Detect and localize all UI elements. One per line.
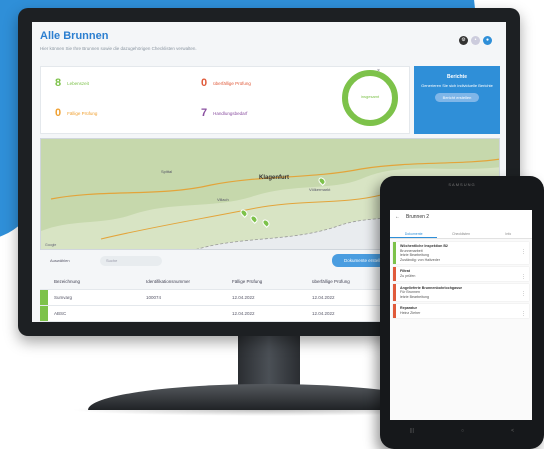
stat-lifetime[interactable]: 8 Lebenszeit <box>55 77 89 89</box>
tab-checklists[interactable]: Checklisten <box>437 223 484 238</box>
select-dropdown[interactable]: Auswählen <box>50 258 70 263</box>
stat-value: 7 <box>201 107 208 119</box>
back-nav-icon[interactable]: < <box>511 428 514 434</box>
table-header[interactable]: Bezeichnung <box>48 279 140 284</box>
notification-icon[interactable]: ● <box>483 36 492 45</box>
stat-label: Fällige Prüfung <box>67 110 98 116</box>
back-icon[interactable]: ← <box>395 214 400 220</box>
stat-value: 0 <box>55 107 62 119</box>
search-input[interactable]: Suche <box>100 256 162 266</box>
map-copyright: Google <box>45 243 57 247</box>
card-line: Zu prüfen <box>400 273 416 278</box>
stat-value: 0 <box>201 77 208 89</box>
stat-action-needed[interactable]: 7 Handlungsbedarf <box>201 107 247 119</box>
stage: Alle Brunnen Hier können Sie Ihre Brunne… <box>0 0 544 449</box>
table-cell: Sumvarg <box>54 295 73 300</box>
map-city-label: Klagenfurt <box>259 175 289 181</box>
table-cell: 12.04.2022 <box>232 295 255 300</box>
stat-overdue[interactable]: 0 überfällige Prüfung <box>201 77 251 89</box>
table-cell: 100074 <box>146 295 162 300</box>
monitor-neck <box>238 336 300 388</box>
reports-text: Generieren Sie sich individuelle Bericht… <box>421 83 493 88</box>
tab-documents[interactable]: Dokumente <box>390 223 438 238</box>
stat-value: 8 <box>55 77 62 89</box>
tablet-tabs: Dokumente Checklisten Info <box>390 223 532 239</box>
page-title: Alle Brunnen <box>40 30 109 42</box>
tablet-device: SAMSUNG ← Brunnen 2 Dokumente Checkliste… <box>380 176 544 449</box>
card-line: Zuständig: von Haitzeder <box>400 257 440 262</box>
tablet-header: ← Brunnen 2 <box>390 210 532 223</box>
stat-label: Handlungsbedarf <box>213 110 248 116</box>
close-icon[interactable]: × <box>377 68 380 74</box>
tablet-screen: ← Brunnen 2 Dokumente Checklisten Info W… <box>390 210 532 420</box>
header-icons: ⚙ • ● <box>459 36 492 45</box>
card-line: Heinz Zieher <box>400 310 421 315</box>
table-header[interactable]: Identifikationsnummer <box>140 279 226 284</box>
map-city-label: Villach <box>217 197 229 202</box>
document-card[interactable]: Angelieferte Brunnenbohrlochgasse Für Br… <box>393 283 529 302</box>
create-report-button[interactable]: Bericht erstellen <box>435 93 479 102</box>
donut-label: insgesamt <box>360 94 380 99</box>
home-icon[interactable]: ○ <box>461 428 464 434</box>
more-icon[interactable]: ⋮ <box>521 275 526 280</box>
tablet-brand: SAMSUNG <box>448 182 476 187</box>
stat-label: überfällige Prüfung <box>213 80 251 86</box>
more-icon[interactable]: ⋮ <box>521 312 526 317</box>
map-city-label: Völkermarkt <box>309 187 331 192</box>
stat-due[interactable]: 0 Fällige Prüfung <box>55 107 97 119</box>
app-header: Alle Brunnen Hier können Sie Ihre Brunne… <box>32 22 506 62</box>
tab-info[interactable]: Info <box>485 223 532 238</box>
card-line: letzte Bearbeitung <box>400 294 429 299</box>
more-icon[interactable]: ⋮ <box>521 291 526 297</box>
total-donut-chart: insgesamt <box>342 70 398 126</box>
document-card[interactable]: Reparatur Heinz Zieher ⋮ <box>393 304 529 318</box>
tablet-nav-bar: ||| ○ < <box>410 428 514 434</box>
reports-title: Berichte <box>446 74 467 80</box>
document-card[interactable]: Wöchentliche Inspektion B2 Brunnenarbeit… <box>393 242 529 265</box>
table-cell: ABSC <box>54 311 67 316</box>
page-subtitle: Hier können Sie Ihre Brunnen sowie die d… <box>40 46 197 51</box>
document-card[interactable]: Filtrat Zu prüfen ⋮ <box>393 267 529 281</box>
stat-label: Lebenszeit <box>67 80 89 86</box>
table-cell: 12.04.2022 <box>232 311 255 316</box>
more-icon[interactable]: ⋮ <box>521 250 526 255</box>
donut-ring: insgesamt <box>342 70 398 126</box>
table-header[interactable]: Fällige Prüfung <box>226 279 306 284</box>
status-bar <box>40 290 48 305</box>
map-city-label: Spittal <box>161 169 173 174</box>
status-bar <box>40 306 48 321</box>
reports-panel: Berichte Generieren Sie sich individuell… <box>414 66 500 134</box>
user-icon[interactable]: • <box>471 36 480 45</box>
recent-apps-icon[interactable]: ||| <box>410 428 414 434</box>
tablet-title: Brunnen 2 <box>406 213 430 220</box>
settings-icon[interactable]: ⚙ <box>459 36 468 45</box>
